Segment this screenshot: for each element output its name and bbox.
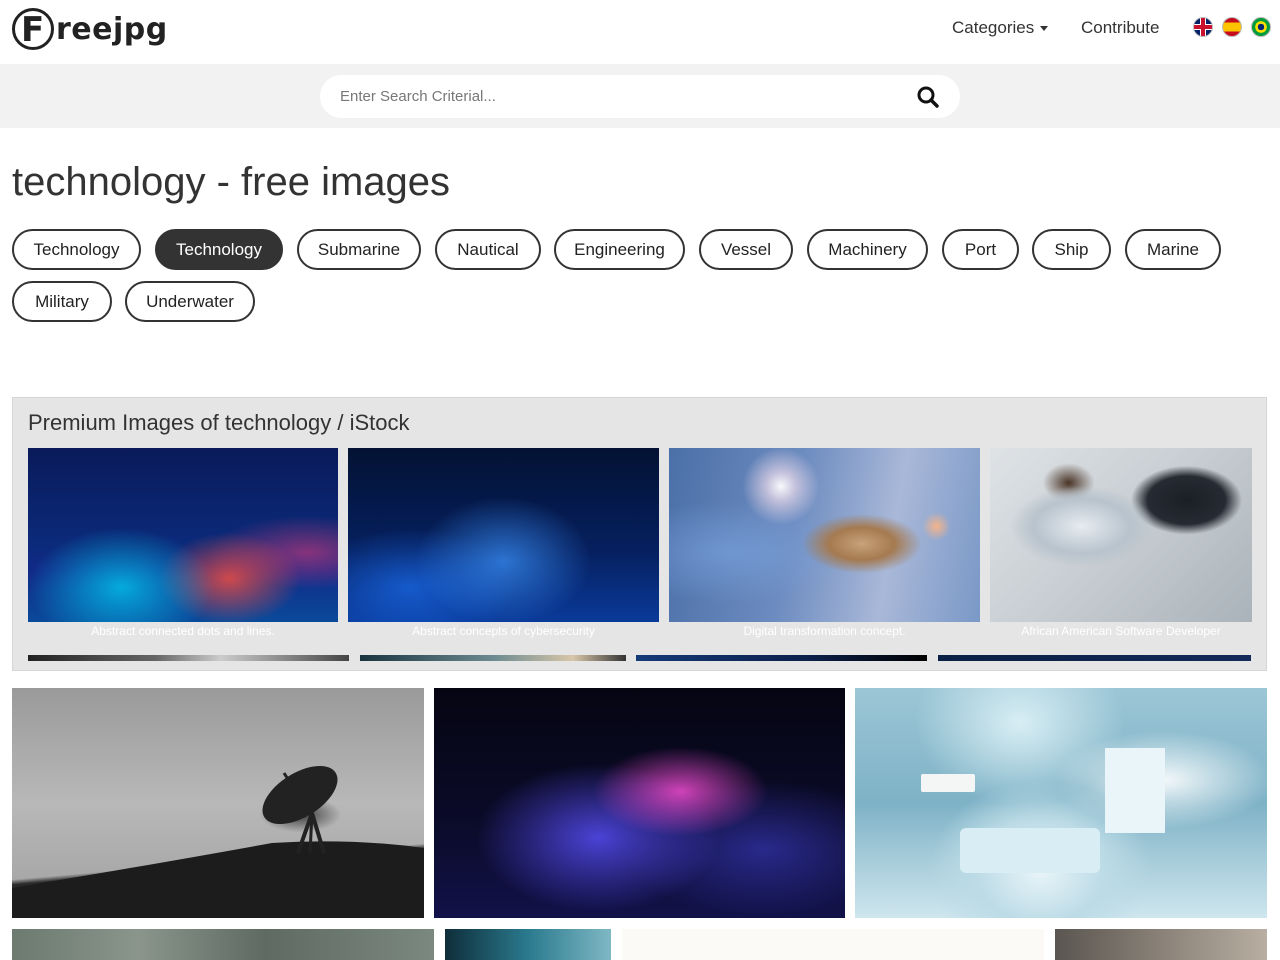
site-header: F reejpg Categories Contribute (0, 0, 1280, 64)
premium-title: Premium Images of technology / iStock (28, 410, 410, 435)
window-graphic (1105, 748, 1165, 833)
premium-image-1[interactable] (28, 448, 338, 622)
premium-image-2[interactable] (348, 448, 659, 622)
tag-marine[interactable]: Marine (1125, 229, 1221, 270)
tag-underwater[interactable]: Underwater (125, 281, 255, 322)
tag-technology[interactable]: Technology (12, 229, 141, 270)
logo-mark-icon: F (12, 8, 54, 50)
premium-images-panel: Premium Images of technology / iStock Ab… (12, 397, 1267, 671)
premium-caption-2: Abstract concepts of cybersecurity (412, 624, 595, 638)
image-tile[interactable] (12, 929, 434, 960)
image-tile[interactable] (12, 688, 424, 918)
premium-caption-4: African American Software Developer (1021, 624, 1221, 638)
premium-image-row2-1[interactable] (28, 655, 349, 661)
categories-label: Categories (952, 18, 1035, 37)
premium-image-row2-3[interactable] (636, 655, 927, 661)
premium-image-row2-2[interactable] (360, 655, 626, 661)
tag-ship[interactable]: Ship (1032, 229, 1111, 270)
premium-caption-1: Abstract connected dots and lines. (91, 624, 275, 638)
image-tile[interactable] (445, 929, 611, 960)
image-tile[interactable] (855, 688, 1267, 918)
tag-machinery[interactable]: Machinery (807, 229, 928, 270)
search-box (320, 75, 960, 118)
site-logo[interactable]: F reejpg (12, 8, 168, 50)
premium-image-3[interactable] (669, 448, 980, 622)
tag-technology-active[interactable]: Technology (155, 229, 283, 270)
categories-dropdown[interactable]: Categories (952, 16, 1049, 40)
brazil-flag-icon[interactable] (1251, 17, 1271, 37)
search-icon[interactable] (916, 85, 940, 109)
page-title: technology - free images (12, 160, 451, 204)
tag-vessel[interactable]: Vessel (699, 229, 793, 270)
tag-engineering[interactable]: Engineering (554, 229, 685, 270)
image-tile[interactable] (622, 929, 1044, 960)
sofa-graphic (960, 828, 1100, 873)
premium-image-row2-4[interactable] (938, 655, 1251, 661)
tag-port[interactable]: Port (942, 229, 1019, 270)
contribute-label: Contribute (1081, 18, 1160, 37)
logo-text: reejpg (56, 11, 168, 47)
logo-letter: F (21, 10, 45, 50)
image-tile[interactable] (1055, 929, 1267, 960)
premium-caption-3: Digital transformation concept. (743, 624, 906, 638)
image-tile[interactable] (434, 688, 845, 918)
premium-image-4[interactable] (990, 448, 1252, 622)
tag-submarine[interactable]: Submarine (297, 229, 421, 270)
spain-flag-icon[interactable] (1222, 17, 1242, 37)
uk-flag-icon[interactable] (1193, 17, 1213, 37)
contribute-link[interactable]: Contribute (1081, 16, 1159, 40)
satellite-dish-graphic (12, 765, 424, 918)
language-selector (1193, 17, 1271, 37)
tag-nautical[interactable]: Nautical (435, 229, 541, 270)
search-band (0, 64, 1280, 128)
search-input[interactable] (340, 75, 900, 118)
tag-military[interactable]: Military (12, 281, 112, 322)
caret-down-icon (1040, 25, 1049, 31)
air-conditioner-graphic (921, 774, 975, 792)
